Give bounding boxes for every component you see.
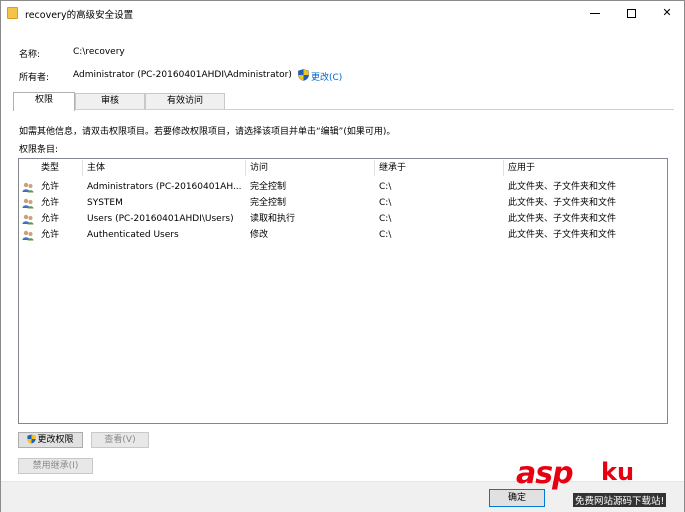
minimize-button[interactable] [577, 1, 613, 25]
cell-type: 允许 [41, 230, 60, 240]
cell-inherited-from: C:\ [379, 230, 392, 240]
cell-applies-to: 此文件夹、子文件夹和文件 [508, 230, 617, 240]
site-watermark: asp ku 免费网站源码下载站! [511, 456, 681, 511]
window-title: recovery的高级安全设置 [25, 10, 134, 21]
cell-access: 完全控制 [250, 182, 287, 192]
tab-effective-access[interactable]: 有效访问 [145, 93, 225, 110]
table-row[interactable]: 允许 SYSTEM 完全控制 C:\ 此文件夹、子文件夹和文件 [19, 195, 667, 211]
cell-type: 允许 [41, 182, 60, 192]
shield-icon [27, 434, 37, 444]
cell-type: 允许 [41, 198, 60, 208]
column-header-type[interactable]: 类型 [37, 159, 83, 177]
cell-type: 允许 [41, 214, 60, 224]
change-permissions-label: 更改权限 [37, 435, 74, 445]
shield-icon [298, 69, 309, 81]
tab-permissions[interactable]: 权限 [13, 92, 75, 111]
tab-auditing[interactable]: 审核 [75, 93, 145, 110]
column-header-principal[interactable]: 主体 [83, 159, 245, 177]
security-settings-window: recovery的高级安全设置 ✕ 名称: C:\recovery 所有者: A… [0, 0, 685, 512]
cell-principal: Users (PC-20160401AHDI\Users) [87, 214, 234, 224]
watermark-slogan: 免费网站源码下载站! [573, 493, 667, 507]
close-button[interactable]: ✕ [649, 1, 685, 25]
cell-applies-to: 此文件夹、子文件夹和文件 [508, 198, 617, 208]
minimize-icon [590, 12, 600, 14]
entries-label: 权限条目: [19, 145, 59, 155]
cell-inherited-from: C:\ [379, 182, 392, 192]
owner-label: 所有者: [19, 73, 50, 83]
table-row[interactable]: 允许 Users (PC-20160401AHDI\Users) 读取和执行 C… [19, 211, 667, 227]
users-icon [22, 230, 34, 241]
table-row[interactable]: 允许 Administrators (PC-20160401AH... 完全控制… [19, 179, 667, 195]
users-icon [22, 198, 34, 209]
column-header-access[interactable]: 访问 [246, 159, 374, 177]
watermark-brand: asp [516, 456, 574, 491]
cell-access: 读取和执行 [250, 214, 296, 224]
table-row[interactable]: 允许 Authenticated Users 修改 C:\ 此文件夹、子文件夹和… [19, 227, 667, 243]
cell-inherited-from: C:\ [379, 214, 392, 224]
cell-principal: Authenticated Users [87, 230, 179, 240]
hint-text: 如需其他信息，请双击权限项目。若要修改权限项目，请选择该项目并单击“编辑”(如果… [19, 127, 396, 137]
cell-access: 完全控制 [250, 198, 287, 208]
users-icon [22, 182, 34, 193]
name-value: C:\recovery [73, 47, 125, 57]
maximize-button[interactable] [613, 1, 649, 25]
users-icon [22, 214, 34, 225]
maximize-icon [626, 8, 636, 18]
folder-icon [7, 7, 18, 19]
column-header-inherited-from[interactable]: 继承于 [375, 159, 503, 177]
cell-access: 修改 [250, 230, 269, 240]
owner-value: Administrator (PC-20160401AHDI\Administr… [73, 70, 292, 80]
view-button[interactable]: 查看(V) [91, 432, 149, 448]
disable-inheritance-button[interactable]: 禁用继承(I) [18, 458, 93, 474]
tab-divider [13, 109, 674, 110]
cell-inherited-from: C:\ [379, 198, 392, 208]
close-icon: ✕ [662, 6, 672, 19]
cell-applies-to: 此文件夹、子文件夹和文件 [508, 214, 617, 224]
name-label: 名称: [19, 50, 41, 60]
title-bar[interactable]: recovery的高级安全设置 ✕ [1, 1, 684, 25]
cell-principal: Administrators (PC-20160401AH... [87, 182, 242, 192]
permission-entries-list[interactable]: 类型 主体 访问 继承于 应用于 允许 Administrators (PC-2… [18, 158, 668, 424]
column-header-applies-to[interactable]: 应用于 [504, 159, 664, 177]
cell-principal: SYSTEM [87, 198, 123, 208]
change-owner-link[interactable]: 更改(C) [311, 70, 342, 83]
change-permissions-button[interactable]: 更改权限 [18, 432, 83, 448]
watermark-brand-cn: ku [601, 458, 635, 486]
cell-applies-to: 此文件夹、子文件夹和文件 [508, 182, 617, 192]
